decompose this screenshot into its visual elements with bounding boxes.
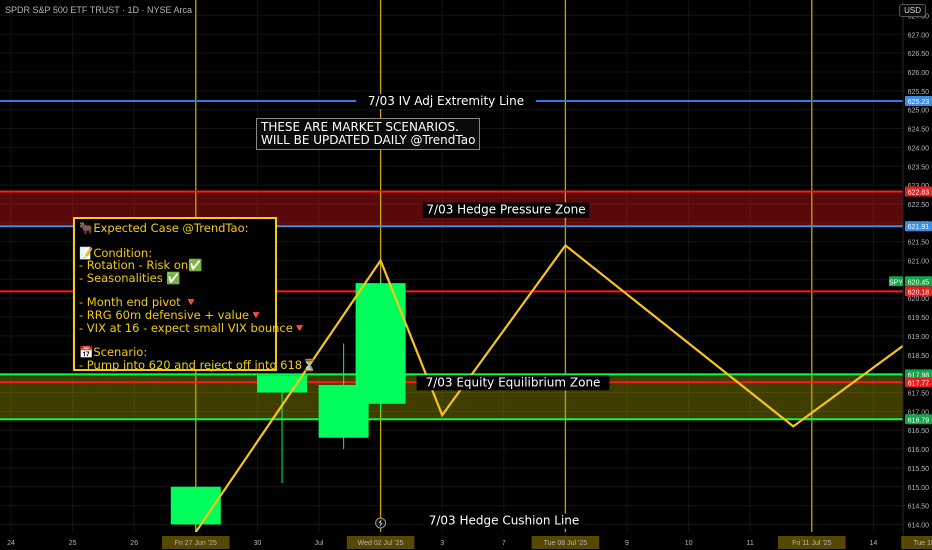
price-tick: 623.50 [908,164,930,171]
price-tick: 619.00 [908,334,930,341]
price-tag-label: 621.91 [908,224,930,231]
hourglass-icon: ⏳ [302,357,317,372]
time-tick: Fri 11 Jul '25 [792,540,831,547]
time-tick: Jul [315,540,324,547]
price-tick: 620.00 [908,296,930,303]
price-tick: 621.00 [908,259,930,266]
price-tag-label: 620.18 [908,289,930,296]
check-icon: ✅ [188,258,203,273]
price-tick: 626.00 [908,70,930,77]
price-tick: 621.50 [908,240,930,247]
price-tick: 626.50 [908,51,930,58]
price-tag-label: 616.79 [908,417,930,424]
date-markers [195,0,813,532]
price-tick: 616.50 [908,428,930,435]
condition-line: - VIX at 16 - expect small VIX bounce🔻 [79,320,308,335]
price-tick: 616.00 [908,447,930,454]
scenario-note-line: WILL BE UPDATED DAILY @TrendTao [261,133,476,147]
price-tick: 617.50 [908,390,930,397]
time-tick: 9 [625,540,629,547]
time-tick: 11 [747,540,754,547]
time-tick: Wed 02 Jul '25 [358,540,404,547]
currency-button[interactable]: USD [899,4,926,17]
price-tick: 615.00 [908,485,930,492]
price-tick: 627.00 [908,32,930,39]
expected-case-box: 🐂Expected Case @TrendTao: 📝Condition: - … [73,217,317,372]
price-tick: 615.50 [908,466,930,473]
level-label: 7/03 Hedge Pressure Zone [426,203,585,217]
price-tag-label: 617.77 [908,380,930,387]
scenario-note: THESE ARE MARKET SCENARIOS. WILL BE UPDA… [256,118,481,150]
scenario-line: - Pump into 620 and reject off into 618⏳ [79,357,317,372]
price-tick: 614.00 [908,522,930,529]
lightning-icon [375,517,387,529]
time-tick: 24 [7,540,15,547]
check-icon: ✅ [166,270,181,285]
price-tick: 622.50 [908,202,930,209]
level-label: 7/03 Hedge Cushion Line [429,514,580,528]
level-label: 7/03 Equity Equilibrium Zone [426,375,601,389]
time-tick: 3 [440,540,444,547]
time-tick: 30 [254,540,262,547]
time-tick: 25 [69,540,77,547]
candle-body [355,283,406,404]
price-tick: 624.50 [908,127,930,134]
time-tick: 10 [685,540,693,547]
price-tag-label: SPY [889,279,903,286]
bull-icon: 🐂 [79,221,94,235]
down-triangle-icon: 🔻 [292,320,308,335]
price-tick: 618.50 [908,353,930,360]
level-label: 7/03 IV Adj Extremity Line [368,94,524,108]
time-tick: Tue 15 Jul '25 [913,540,932,547]
price-tag-label: 625.23 [908,99,930,106]
expected-case-title: 🐂Expected Case @TrendTao: [79,221,249,235]
time-tick: 7 [502,540,506,547]
price-tick: 614.50 [908,504,930,511]
time-tick: Tue 08 Jul '25 [544,540,588,547]
price-tick: 625.00 [908,108,930,115]
time-tick: Fri 27 Jun '25 [175,540,217,547]
price-tick: 619.50 [908,315,930,322]
time-tick: 14 [870,540,878,547]
price-tag-label: 622.83 [908,190,930,197]
symbol-header: SPDR S&P 500 ETF TRUST · 1D · NYSE Arca [5,5,193,15]
price-tick: 625.50 [908,89,930,96]
price-tick: 624.00 [908,145,930,152]
condition-line: - Seasonalities ✅ [79,270,181,285]
time-tick: 26 [130,540,138,547]
price-tag-label: 620.45 [908,279,930,286]
